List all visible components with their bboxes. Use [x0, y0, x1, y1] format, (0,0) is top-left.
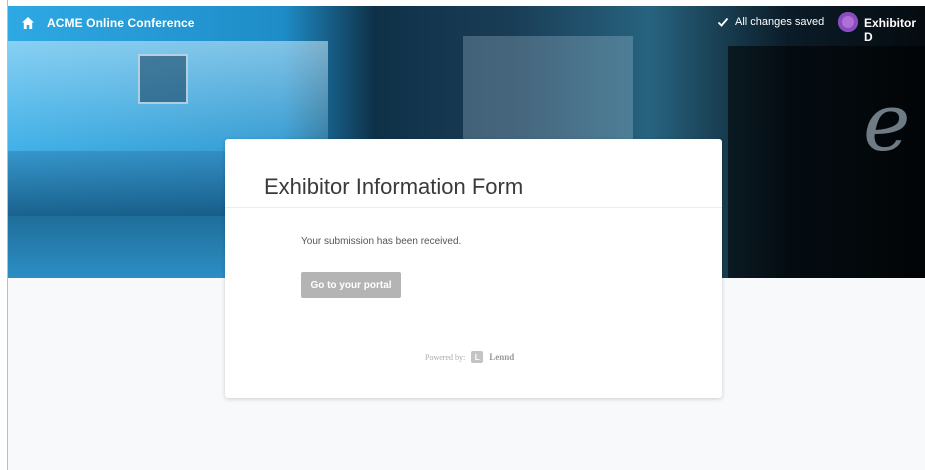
- go-to-portal-button[interactable]: Go to your portal: [301, 272, 401, 298]
- user-name[interactable]: Exhibitor D: [864, 16, 925, 44]
- checkmark-icon: [717, 17, 729, 27]
- divider: [225, 207, 722, 208]
- save-status-label: All changes saved: [735, 16, 825, 28]
- home-icon[interactable]: [21, 16, 35, 30]
- form-card: Exhibitor Information Form Your submissi…: [225, 139, 722, 398]
- hero-photo-letter-graphic: e: [863, 76, 911, 169]
- app-title[interactable]: ACME Online Conference: [47, 16, 195, 30]
- top-navigation-bar: ACME Online Conference All changes saved…: [8, 6, 925, 44]
- user-avatar[interactable]: [838, 12, 858, 32]
- form-title: Exhibitor Information Form: [264, 173, 524, 199]
- powered-by: Powered by: L Lennd: [425, 351, 514, 363]
- lennd-logo-icon[interactable]: L: [471, 351, 484, 363]
- powered-by-label: Powered by:: [425, 352, 466, 362]
- brand-name[interactable]: Lennd: [489, 352, 514, 362]
- hero-photo-window: [138, 54, 188, 104]
- save-status: All changes saved: [717, 16, 824, 28]
- window-left-edge: [0, 0, 8, 470]
- confirmation-message: Your submission has been received.: [301, 236, 462, 247]
